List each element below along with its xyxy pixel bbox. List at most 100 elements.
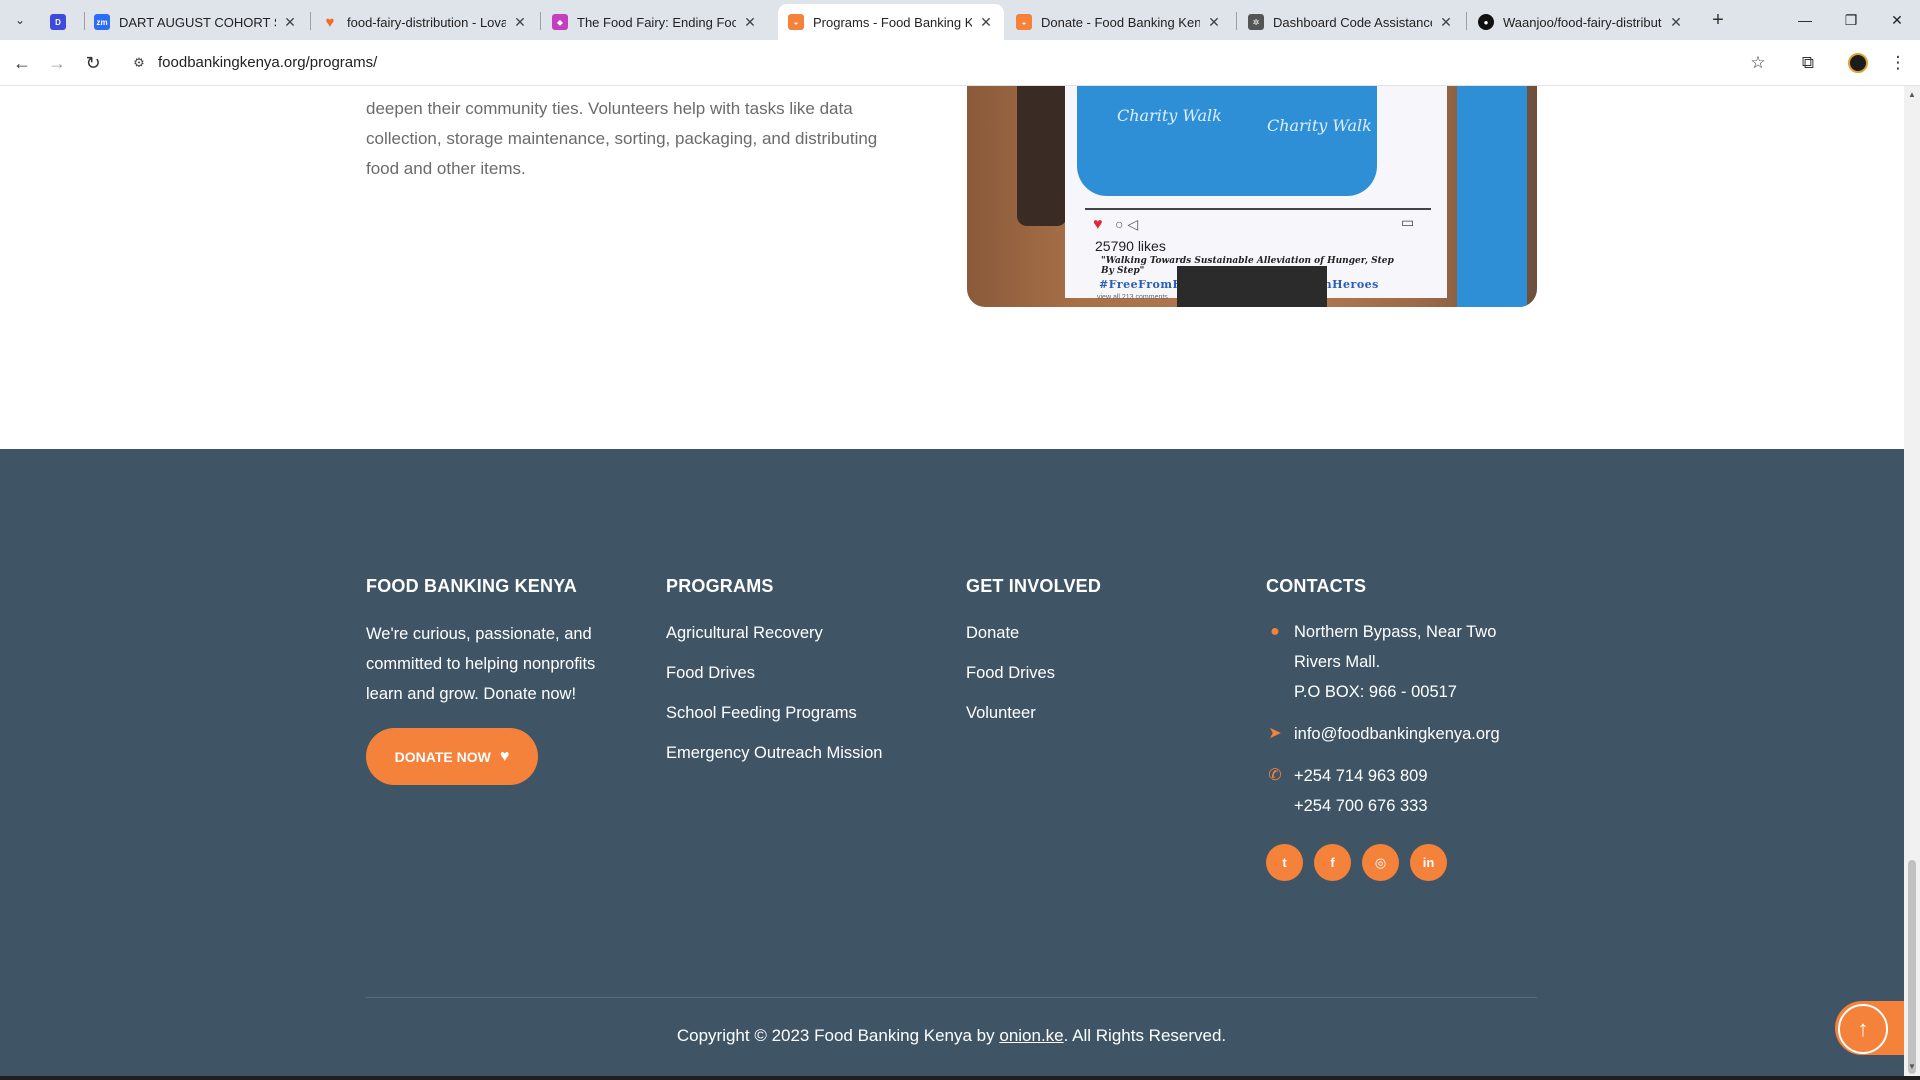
shirt-text: Charity Walk xyxy=(1267,116,1372,135)
paper-plane-icon: ➤ xyxy=(1268,725,1282,742)
browser-toolbar: ← → ↻ ⚙ foodbankingkenya.org/programs/ ☆… xyxy=(0,40,1920,86)
tab-separator xyxy=(310,12,311,30)
contact-phone-1[interactable]: +254 714 963 809 xyxy=(1294,761,1566,791)
footer-involved-heading: GET INVOLVED xyxy=(966,576,1102,596)
browser-tab-bar: ⌄ D zm DART AUGUST COHORT SESSI ✕ ♥ food… xyxy=(0,0,1920,40)
footer-link-emergency-outreach[interactable]: Emergency Outreach Mission xyxy=(666,743,946,763)
tab-separator xyxy=(540,12,541,30)
tab-title: The Food Fairy: Ending Food W xyxy=(577,14,736,30)
shirt-text: Charity Walk xyxy=(1117,106,1222,125)
copyright-text: Copyright © 2023 Food Banking Kenya by o… xyxy=(676,1026,1227,1045)
close-tab-icon[interactable]: ✕ xyxy=(978,14,994,31)
footer-link-food-drives[interactable]: Food Drives xyxy=(666,663,946,683)
reload-button[interactable]: ↻ xyxy=(79,49,107,77)
bookmark-star-icon[interactable]: ☆ xyxy=(1744,49,1772,77)
donate-now-button[interactable]: DONATE NOW ♥ xyxy=(366,728,538,785)
extensions-icon[interactable]: ⧉ xyxy=(1794,49,1822,77)
heart-icon: ♥ xyxy=(325,13,335,31)
openai-icon: ✲ xyxy=(1248,14,1264,30)
restore-button[interactable]: ❐ xyxy=(1828,0,1874,40)
browser-tab[interactable]: ◒ Donate - Food Banking Kenya ✕ xyxy=(1006,4,1232,40)
url-text: foodbankingkenya.org/programs/ xyxy=(158,54,378,71)
scrollbar-thumb[interactable] xyxy=(1908,860,1916,1074)
browser-tab[interactable]: zm DART AUGUST COHORT SESSI ✕ xyxy=(84,4,308,40)
browser-tab-active[interactable]: ◒ Programs - Food Banking Ken ✕ xyxy=(778,4,1004,40)
profile-avatar[interactable] xyxy=(1848,53,1868,73)
charity-walk-photo: Charity Walk Charity Walk ♥ ○ ◁ ▭ 25790 … xyxy=(967,86,1537,307)
arrow-up-icon[interactable]: ↑ xyxy=(1838,1004,1888,1054)
social-links: t f ◎ in xyxy=(1266,844,1566,881)
zoom-icon: zm xyxy=(94,14,110,30)
back-button[interactable]: ← xyxy=(8,49,36,77)
facebook-icon[interactable]: f xyxy=(1314,844,1351,881)
contact-email[interactable]: ➤ info@foodbankingkenya.org xyxy=(1266,719,1566,749)
linkedin-icon[interactable]: in xyxy=(1410,844,1447,881)
new-tab-button[interactable]: + xyxy=(1704,6,1732,34)
contact-phones: ✆ +254 714 963 809 +254 700 676 333 xyxy=(1266,761,1566,821)
map-pin-icon: ● xyxy=(1270,623,1280,640)
address-bar[interactable]: ⚙ foodbankingkenya.org/programs/ xyxy=(122,46,1762,80)
tab-title: Programs - Food Banking Ken xyxy=(813,14,972,30)
menu-dots-icon[interactable]: ⋮ xyxy=(1884,49,1912,77)
instagram-icon[interactable]: ◎ xyxy=(1362,844,1399,881)
bowl-icon: ◒ xyxy=(1016,14,1032,30)
footer-programs-heading: PROGRAMS xyxy=(666,576,774,596)
minimize-button[interactable]: — xyxy=(1782,0,1828,40)
browser-tab[interactable]: ♥ food-fairy-distribution - Lovab ✕ xyxy=(312,4,538,40)
footer-divider xyxy=(366,997,1537,998)
programs-intro-text: deepen their community ties. Volunteers … xyxy=(366,99,878,178)
tab-title: Waanjoo/food-fairy-distributi xyxy=(1503,14,1662,30)
bowl-icon: ◒ xyxy=(788,14,804,30)
tab-title: Donate - Food Banking Kenya xyxy=(1041,14,1200,30)
tab-separator xyxy=(1236,12,1237,30)
page-scrollbar[interactable]: ▲ ▼ xyxy=(1904,86,1920,1080)
footer-link-agricultural-recovery[interactable]: Agricultural Recovery xyxy=(666,623,946,643)
browser-tab[interactable]: ● Waanjoo/food-fairy-distributi ✕ xyxy=(1468,4,1694,40)
scroll-down-icon[interactable]: ▼ xyxy=(1907,1062,1917,1071)
heart-icon: ♥ xyxy=(499,747,510,765)
forward-button[interactable]: → xyxy=(43,49,71,77)
page-viewport: deepen their community ties. Volunteers … xyxy=(0,86,1904,1080)
tab-separator xyxy=(1466,12,1467,30)
browser-tab[interactable]: ◆ The Food Fairy: Ending Food W ✕ xyxy=(542,4,768,40)
footer-programs-column: PROGRAMS Agricultural Recovery Food Driv… xyxy=(666,576,946,783)
site-info-icon[interactable]: ⚙ xyxy=(130,54,148,72)
footer-link-donate[interactable]: Donate xyxy=(966,623,1246,643)
comment-share-icon: ○ ◁ xyxy=(1115,216,1139,232)
footer-link-school-feeding[interactable]: School Feeding Programs xyxy=(666,703,946,723)
onion-ke-link[interactable]: onion.ke xyxy=(999,1026,1063,1045)
contact-phone-2[interactable]: +254 700 676 333 xyxy=(1294,791,1566,821)
contact-address: ● Northern Bypass, Near Two Rivers Mall.… xyxy=(1266,617,1566,707)
close-tab-icon[interactable]: ✕ xyxy=(1206,14,1222,31)
taskbar-edge xyxy=(0,1076,1920,1080)
browser-tab[interactable]: D xyxy=(40,4,80,40)
twitter-icon[interactable]: t xyxy=(1266,844,1303,881)
close-tab-icon[interactable]: ✕ xyxy=(742,14,758,31)
footer-link-volunteer[interactable]: Volunteer xyxy=(966,703,1246,723)
github-icon: ● xyxy=(1478,14,1494,30)
footer-contacts-column: CONTACTS ● Northern Bypass, Near Two Riv… xyxy=(1266,576,1566,881)
dart-icon: D xyxy=(50,14,66,30)
close-tab-icon[interactable]: ✕ xyxy=(1438,14,1454,31)
footer-about-column: FOOD BANKING KENYA We're curious, passio… xyxy=(366,576,646,785)
footer-link-food-drives-involved[interactable]: Food Drives xyxy=(966,663,1246,683)
close-tab-icon[interactable]: ✕ xyxy=(282,14,298,31)
browser-tab[interactable]: ✲ Dashboard Code Assistance ✕ xyxy=(1238,4,1464,40)
footer-about-heading: FOOD BANKING KENYA xyxy=(366,576,577,596)
close-tab-icon[interactable]: ✕ xyxy=(512,14,528,31)
tab-search-icon[interactable]: ⌄ xyxy=(8,8,32,32)
tab-title: DART AUGUST COHORT SESSI xyxy=(119,14,276,30)
footer-get-involved-column: GET INVOLVED Donate Food Drives Voluntee… xyxy=(966,576,1246,743)
close-window-button[interactable]: ✕ xyxy=(1874,0,1920,40)
scroll-up-icon[interactable]: ▲ xyxy=(1907,90,1917,99)
footer-contacts-heading: CONTACTS xyxy=(1266,576,1367,596)
donate-now-label: DONATE NOW xyxy=(394,748,491,765)
close-tab-icon[interactable]: ✕ xyxy=(1668,14,1684,31)
cube-icon: ◆ xyxy=(552,14,568,30)
photo-comments: view all 213 comments xyxy=(1097,294,1168,301)
phone-icon: ✆ xyxy=(1268,767,1282,784)
likes-count: 25790 likes xyxy=(1095,238,1166,254)
heart-icon: ♥ xyxy=(1093,216,1103,233)
tab-title: Dashboard Code Assistance xyxy=(1273,14,1432,30)
tab-title: food-fairy-distribution - Lovab xyxy=(347,14,506,30)
